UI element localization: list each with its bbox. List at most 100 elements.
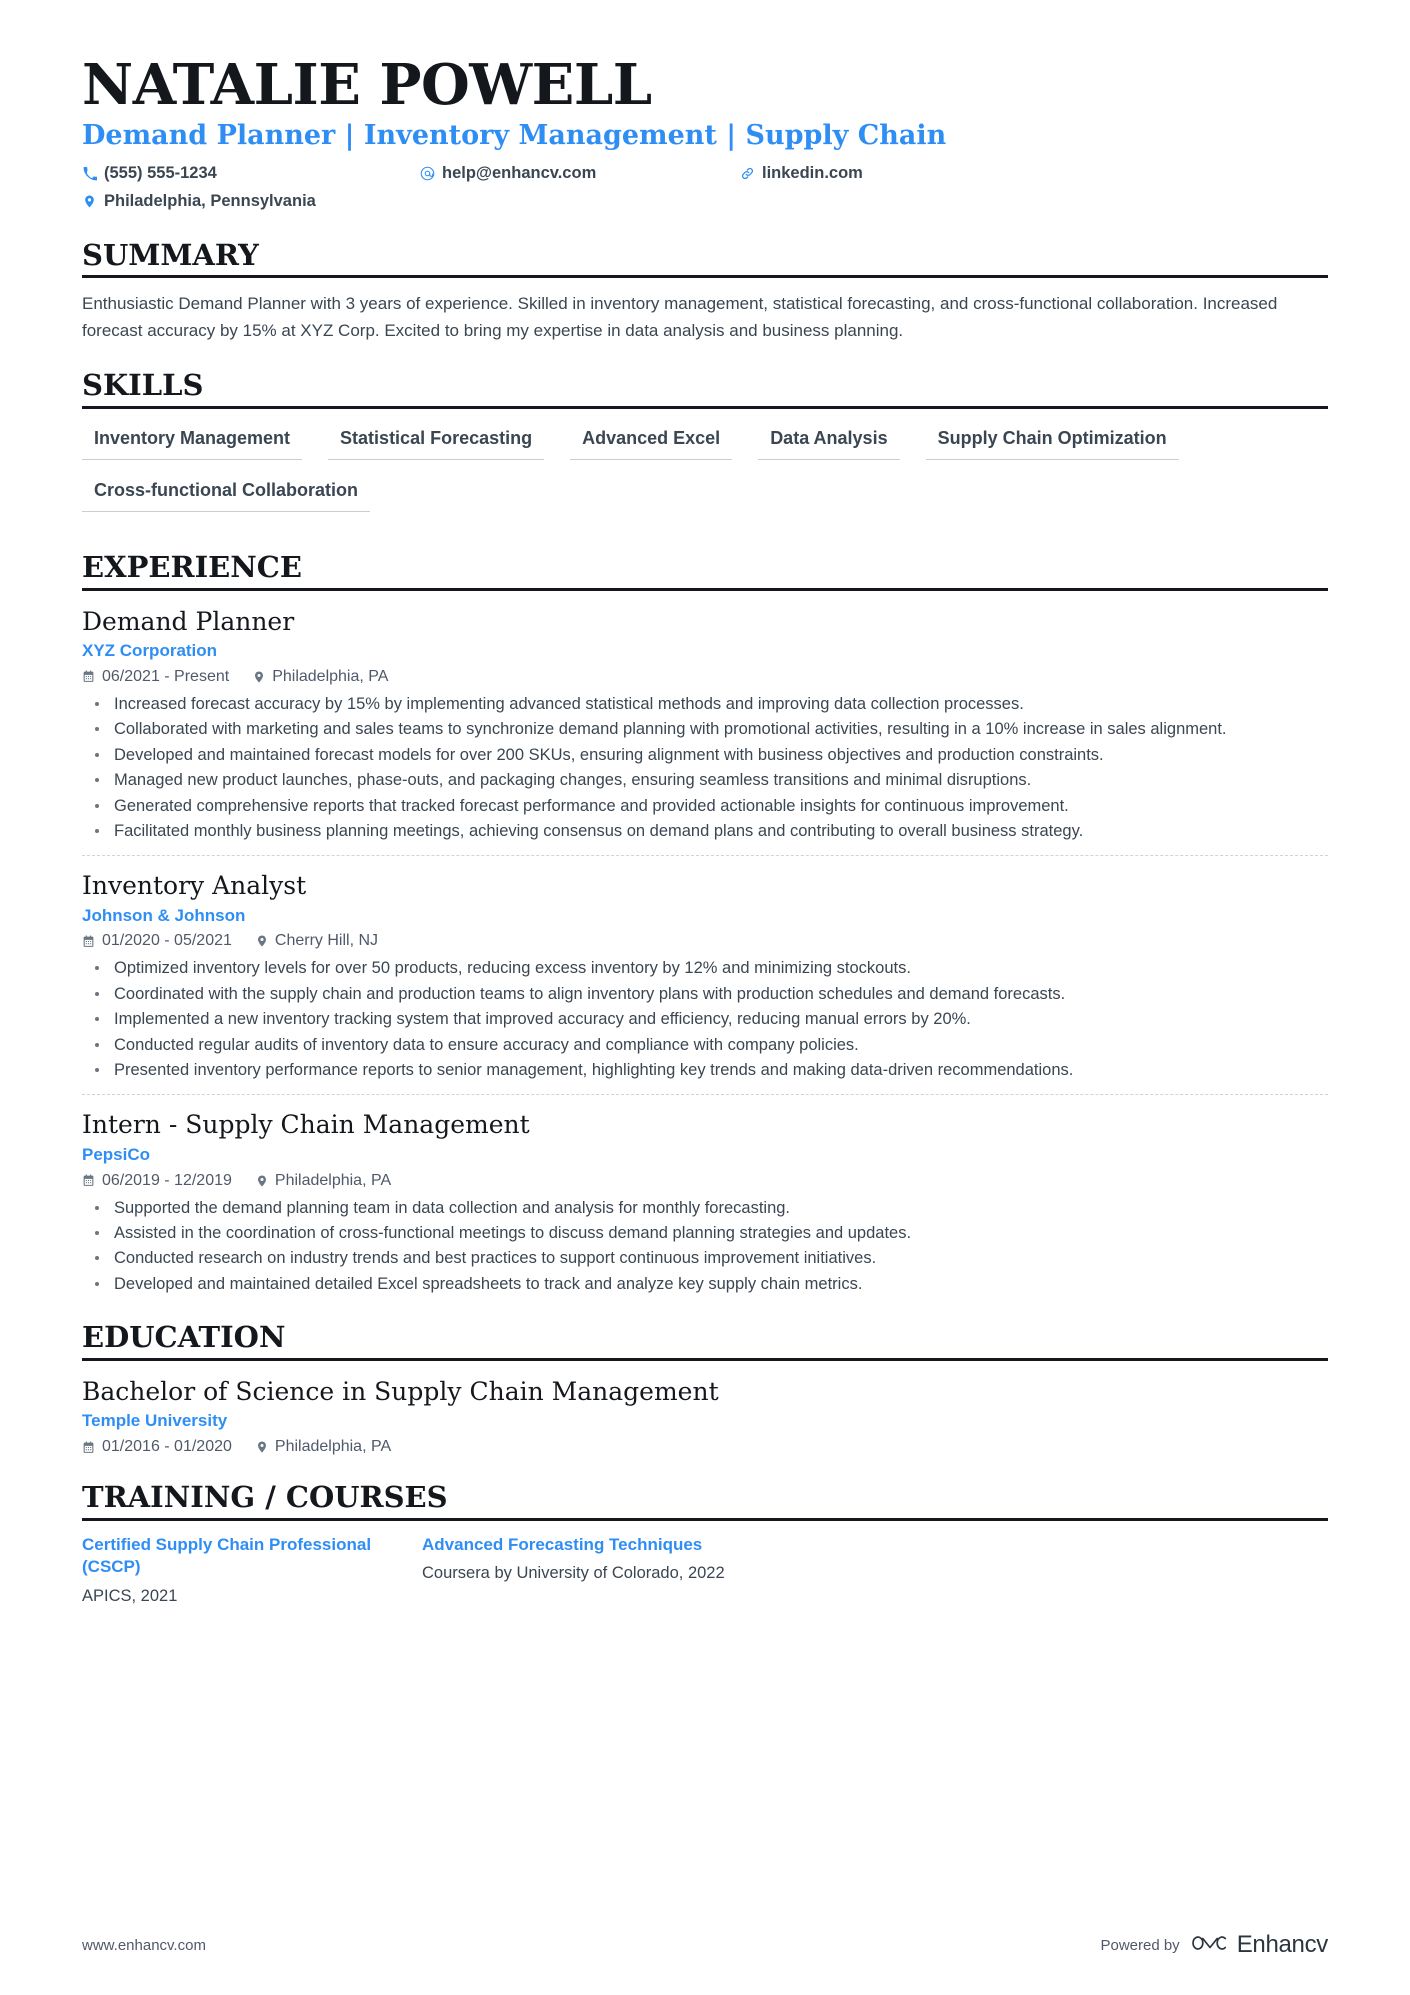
courses-list: Certified Supply Chain Professional (CSC… — [82, 1534, 1328, 1608]
job-dates: 01/2020 - 05/2021 — [82, 932, 232, 950]
section-divider — [82, 587, 1328, 591]
bullet-item: Assisted in the coordination of cross-fu… — [86, 1221, 1326, 1245]
candidate-name: NATALIE POWELL — [82, 52, 652, 118]
bullet-item: Coordinated with the supply chain and pr… — [86, 982, 1326, 1006]
link-icon — [740, 166, 755, 182]
skill-chip: Supply Chain Optimization — [925, 422, 1179, 460]
experience-entry: Demand Planner XYZ Corporation 06/2021 -… — [82, 604, 1328, 843]
bullet-item: Increased forecast accuracy by 15% by im… — [86, 692, 1326, 716]
company-name: XYZ Corporation — [82, 641, 218, 661]
powered-by-label: Powered by — [1100, 1936, 1180, 1954]
experience-entry: Inventory Analyst Johnson & Johnson 01/2… — [82, 855, 1328, 1082]
job-location-text: Philadelphia, PA — [274, 1171, 392, 1189]
entry-meta: 06/2019 - 12/2019 Philadelphia, PA — [82, 1172, 1328, 1190]
entry-meta: 01/2020 - 05/2021 Cherry Hill, NJ — [82, 932, 1328, 950]
calendar-icon — [82, 670, 95, 683]
location-icon — [256, 934, 268, 948]
course-provider: APICS, 2021 — [82, 1586, 178, 1605]
location-icon — [256, 1440, 268, 1454]
bullet-item: Supported the demand planning team in da… — [86, 1196, 1326, 1220]
course-item: Certified Supply Chain Professional (CSC… — [82, 1534, 422, 1608]
page-footer: www.enhancv.com Powered by Enhancv — [82, 1931, 1328, 1959]
job-location: Philadelphia, PA — [256, 1172, 391, 1190]
enhancv-logo: Enhancv — [1191, 1931, 1328, 1959]
education-dates: 01/2016 - 01/2020 — [82, 1438, 232, 1456]
bullet-item: Facilitated monthly business planning me… — [86, 819, 1326, 843]
job-title: Intern - Supply Chain Management — [82, 1110, 530, 1140]
section-title-summary: SUMMARY — [82, 237, 259, 272]
section-divider — [82, 1358, 1328, 1362]
bullet-item: Managed new product launches, phase-outs… — [86, 768, 1326, 792]
email-icon — [420, 166, 435, 182]
skills-list: Inventory Management Statistical Forecas… — [82, 422, 1328, 526]
job-location: Philadelphia, PA — [253, 668, 388, 686]
job-title: Inventory Analyst — [82, 871, 307, 901]
education-location: Philadelphia, PA — [256, 1438, 391, 1456]
experience-entry: Intern - Supply Chain Management PepsiCo… — [82, 1094, 1328, 1296]
job-bullets: Supported the demand planning team in da… — [86, 1196, 1328, 1297]
school-name: Temple University — [82, 1411, 228, 1431]
entry-meta: 01/2016 - 01/2020 Philadelphia, PA — [82, 1438, 1328, 1456]
job-title: Demand Planner — [82, 606, 295, 636]
section-education: EDUCATION Bachelor of Science in Supply … — [82, 1320, 1328, 1456]
education-entry: Bachelor of Science in Supply Chain Mana… — [82, 1374, 1328, 1456]
location-icon — [82, 194, 97, 210]
bullet-item: Conducted research on industry trends an… — [86, 1246, 1326, 1270]
section-title-education: EDUCATION — [82, 1320, 286, 1355]
section-experience: EXPERIENCE Demand Planner XYZ Corporatio… — [82, 550, 1328, 1296]
section-divider — [82, 275, 1328, 279]
course-provider: Coursera by University of Colorado, 2022 — [422, 1564, 725, 1583]
skill-chip: Cross-functional Collaboration — [82, 474, 371, 512]
job-dates-text: 06/2019 - 12/2019 — [102, 1171, 232, 1189]
phone-icon — [82, 166, 97, 182]
education-dates-text: 01/2016 - 01/2020 — [102, 1438, 232, 1456]
contact-phone[interactable]: (555) 555-1234 — [82, 162, 420, 185]
contact-linkedin-text: linkedin.com — [762, 164, 863, 183]
bullet-item: Developed and maintained detailed Excel … — [86, 1272, 1326, 1296]
job-dates-text: 01/2020 - 05/2021 — [102, 932, 232, 950]
bullet-item: Conducted regular audits of inventory da… — [86, 1033, 1326, 1057]
bullet-item: Implemented a new inventory tracking sys… — [86, 1007, 1326, 1031]
job-bullets: Increased forecast accuracy by 15% by im… — [86, 692, 1328, 843]
footer-branding: Powered by Enhancv — [1100, 1931, 1328, 1959]
job-bullets: Optimized inventory levels for over 50 p… — [86, 956, 1328, 1082]
skill-chip: Data Analysis — [758, 422, 900, 460]
candidate-headline: Demand Planner | Inventory Management | … — [82, 119, 947, 151]
enhancv-mark-icon — [1191, 1932, 1228, 1959]
education-location-text: Philadelphia, PA — [274, 1438, 392, 1456]
contact-email[interactable]: help@enhancv.com — [420, 162, 740, 185]
section-divider — [82, 406, 1328, 409]
bullet-item: Optimized inventory levels for over 50 p… — [86, 956, 1326, 980]
contact-info: (555) 555-1234 help@enhancv.com linkedin… — [82, 162, 1328, 213]
section-title-experience: EXPERIENCE — [82, 550, 302, 584]
degree-title: Bachelor of Science in Supply Chain Mana… — [82, 1377, 719, 1407]
contact-location-text: Philadelphia, Pennsylvania — [104, 192, 316, 211]
course-title: Certified Supply Chain Professional (CSC… — [82, 1534, 372, 1577]
contact-location: Philadelphia, Pennsylvania — [82, 190, 420, 213]
job-location: Cherry Hill, NJ — [256, 932, 378, 950]
job-dates-text: 06/2021 - Present — [102, 667, 230, 685]
contact-row-1: (555) 555-1234 help@enhancv.com linkedin… — [82, 162, 1328, 185]
section-divider — [82, 1517, 1328, 1521]
skill-chip: Advanced Excel — [570, 422, 733, 460]
skill-chip: Inventory Management — [82, 422, 303, 460]
job-dates: 06/2019 - 12/2019 — [82, 1172, 232, 1190]
contact-linkedin[interactable]: linkedin.com — [740, 162, 863, 185]
section-courses: TRAINING / COURSES Certified Supply Chai… — [82, 1481, 1328, 1608]
bullet-item: Generated comprehensive reports that tra… — [86, 794, 1326, 818]
contact-email-text: help@enhancv.com — [442, 164, 597, 183]
footer-website[interactable]: www.enhancv.com — [82, 1937, 206, 1954]
skill-chip: Statistical Forecasting — [328, 422, 545, 460]
section-summary: SUMMARY Enthusiastic Demand Planner with… — [82, 237, 1328, 345]
course-title: Advanced Forecasting Techniques — [422, 1534, 703, 1554]
resume-page: NATALIE POWELL Demand Planner | Inventor… — [0, 0, 1410, 1995]
bullet-item: Developed and maintained forecast models… — [86, 743, 1326, 767]
company-name: Johnson & Johnson — [82, 905, 246, 925]
course-item: Advanced Forecasting Techniques Coursera… — [422, 1534, 762, 1608]
section-skills: SKILLS Inventory Management Statistical … — [82, 369, 1328, 526]
bullet-item: Presented inventory performance reports … — [86, 1058, 1326, 1082]
calendar-icon — [82, 1174, 95, 1187]
job-location-text: Philadelphia, PA — [272, 667, 389, 685]
job-location-text: Cherry Hill, NJ — [274, 932, 379, 950]
resume-header: NATALIE POWELL Demand Planner | Inventor… — [82, 52, 1328, 214]
